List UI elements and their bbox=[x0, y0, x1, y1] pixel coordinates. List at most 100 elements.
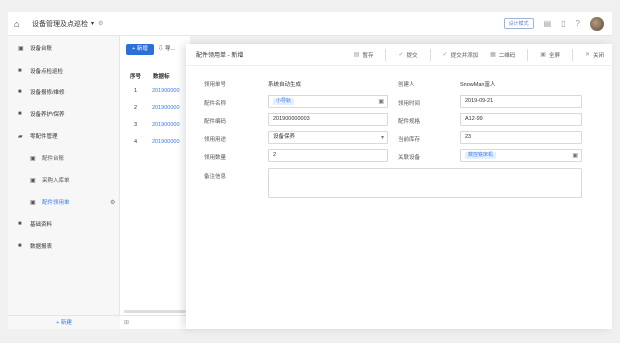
check-icon: ✓ bbox=[398, 52, 404, 58]
folder-icon: ■ bbox=[18, 68, 22, 74]
table-row[interactable]: 1 201900000 bbox=[134, 88, 180, 94]
row-index: 4 bbox=[134, 139, 138, 145]
save-draft-button[interactable]: ▤ 暂存 bbox=[354, 51, 374, 59]
sidebar-item-maintenance[interactable]: ■ 设备养护/保养 bbox=[18, 110, 65, 118]
fullscreen-label: 全屏 bbox=[548, 52, 560, 59]
table-row[interactable]: 2 201900000 bbox=[134, 105, 180, 111]
export-label: 导... bbox=[165, 46, 176, 52]
sidebar-item-label: 配件领用单 bbox=[42, 200, 70, 206]
sidebar-item-basic-data[interactable]: ■ 基础资料 bbox=[18, 220, 52, 228]
submit-add-label: 提交并添加 bbox=[450, 52, 479, 59]
row-index: 2 bbox=[134, 105, 138, 111]
sidebar-item-parts-ledger[interactable]: ▣ 配件台账 bbox=[30, 154, 65, 163]
row-code-link[interactable]: 201900000 bbox=[152, 105, 180, 111]
chevron-down-icon: ▾ bbox=[380, 135, 384, 141]
folder-icon: ■ bbox=[18, 243, 22, 249]
column-header-index: 序号 bbox=[130, 74, 142, 80]
home-icon[interactable]: ⌂ bbox=[14, 19, 28, 29]
sidebar-item-inspection[interactable]: ■ 设备点检巡检 bbox=[18, 67, 63, 75]
sidebar-add-button[interactable]: + 新建 bbox=[8, 315, 120, 329]
row-index: 1 bbox=[134, 88, 138, 94]
save-draft-label: 暂存 bbox=[362, 52, 374, 59]
document-icon[interactable]: ▤ bbox=[544, 19, 552, 28]
folder-icon: ■ bbox=[18, 221, 22, 227]
device-tag[interactable]: 数控铣床机 bbox=[465, 152, 497, 159]
sidebar-item-label: 配件台账 bbox=[42, 156, 65, 162]
sidebar-item-label: 设备台账 bbox=[30, 46, 53, 52]
part-name-field[interactable]: 小导轨 ▣ bbox=[268, 95, 388, 108]
table-header: 序号 数据标 bbox=[130, 72, 170, 80]
creator-label: 创建人 bbox=[398, 82, 415, 88]
date-field[interactable]: 2019-09-21 bbox=[460, 95, 582, 108]
table-row[interactable]: 3 201900000 bbox=[134, 122, 180, 128]
sidebar-item-label: 采购入库单 bbox=[42, 178, 70, 184]
check-icon: ✓ bbox=[442, 52, 448, 58]
new-button[interactable]: + 新增 bbox=[126, 44, 154, 55]
toolbar-divider bbox=[571, 48, 573, 61]
chevron-down-icon[interactable]: ▾ bbox=[91, 20, 94, 27]
purpose-select[interactable]: 设备保养 ▾ bbox=[268, 131, 388, 144]
qrcode-button[interactable]: ▦ 二维码 bbox=[490, 51, 515, 59]
sidebar-item-parts-requisition[interactable]: ▣ 配件领用单 ⚙ bbox=[30, 198, 115, 207]
sidebar-item-label: 数据报表 bbox=[30, 244, 53, 250]
qty-field[interactable]: 2 bbox=[268, 149, 388, 162]
requisition-form-dialog: 配件领用单 - 新增 ▤ 暂存 ✓ 提交 ✓ 提交并添加 ▦ 二维码 ▣ 全屏 … bbox=[186, 44, 612, 329]
app-header: ⌂ 设备管理及点巡检 ▾ ⚙ 设计模式 ▤ ▯ ? bbox=[8, 12, 612, 36]
avatar[interactable] bbox=[590, 16, 604, 31]
fullscreen-button[interactable]: ▣ 全屏 bbox=[540, 51, 560, 59]
qrcode-icon: ▦ bbox=[490, 52, 496, 58]
sidebar-item-purchase-inbound[interactable]: ▣ 采购入库单 bbox=[30, 176, 70, 185]
sidebar-item-reports[interactable]: ■ 数据报表 bbox=[18, 242, 52, 250]
row-code-link[interactable]: 201900000 bbox=[152, 122, 180, 128]
stock-field[interactable]: 23 bbox=[460, 131, 582, 144]
creator-value: SnowMan富人 bbox=[460, 82, 496, 88]
app-title[interactable]: 设备管理及点巡检 bbox=[32, 19, 88, 29]
table-row[interactable]: 4 201900000 bbox=[134, 139, 180, 145]
grid-icon[interactable]: ⊞ bbox=[124, 320, 129, 326]
spec-field[interactable]: A12-99 bbox=[460, 113, 582, 126]
settings-dot-icon[interactable]: ⚙ bbox=[98, 20, 103, 27]
submit-button[interactable]: ✓ 提交 bbox=[398, 51, 417, 59]
stock-label: 当前库存 bbox=[398, 137, 421, 143]
row-code-link[interactable]: 201900000 bbox=[152, 139, 180, 145]
remark-textarea[interactable] bbox=[268, 168, 582, 198]
gear-icon[interactable]: ⚙ bbox=[110, 199, 115, 206]
fullscreen-icon: ▣ bbox=[540, 52, 546, 58]
purpose-label: 领用用途 bbox=[204, 137, 227, 143]
part-name-tag[interactable]: 小导轨 bbox=[273, 98, 295, 105]
save-icon: ▤ bbox=[353, 52, 360, 58]
calendar-picker-icon[interactable]: ▣ bbox=[572, 151, 578, 162]
ledger-icon: ▣ bbox=[18, 45, 24, 52]
sidebar-item-label: 设备点检巡检 bbox=[30, 69, 64, 75]
submit-and-add-button[interactable]: ✓ 提交并添加 bbox=[443, 51, 479, 59]
date-label: 领用时间 bbox=[398, 101, 421, 107]
sidebar-item-device-ledger[interactable]: ▣ 设备台账 bbox=[18, 44, 53, 53]
close-button[interactable]: ✕ 关闭 bbox=[585, 51, 604, 59]
part-code-field[interactable]: 201900000003 bbox=[268, 113, 388, 126]
part-code-label: 配件编码 bbox=[204, 119, 227, 125]
row-code-link[interactable]: 201900000 bbox=[152, 88, 180, 94]
horizontal-scrollbar[interactable] bbox=[124, 310, 186, 313]
device-field[interactable]: 数控铣床机 ▣ bbox=[460, 149, 582, 162]
help-icon[interactable]: ? bbox=[576, 19, 580, 28]
row-index: 3 bbox=[134, 122, 138, 128]
toolbar-divider bbox=[527, 48, 529, 61]
doc-no-label: 领用单号 bbox=[204, 82, 227, 88]
notification-icon[interactable]: ▯ bbox=[561, 19, 565, 28]
doc-no-value: 系统自动生成 bbox=[268, 82, 302, 88]
close-label: 关闭 bbox=[592, 52, 604, 59]
sidebar-item-repair[interactable]: ■ 设备报修/维修 bbox=[18, 88, 65, 96]
ledger-icon: ▣ bbox=[30, 155, 36, 162]
calendar-picker-icon[interactable]: ▣ bbox=[378, 97, 384, 108]
remark-label: 备注信息 bbox=[204, 174, 227, 180]
folder-icon: ■ bbox=[18, 89, 22, 95]
dialog-header: 配件领用单 - 新增 ▤ 暂存 ✓ 提交 ✓ 提交并添加 ▦ 二维码 ▣ 全屏 … bbox=[186, 44, 612, 66]
export-button[interactable]: ⇩ 导... bbox=[158, 44, 175, 52]
folder-icon: ■ bbox=[18, 111, 22, 117]
dialog-toolbar: ▤ 暂存 ✓ 提交 ✓ 提交并添加 ▦ 二维码 ▣ 全屏 ✕ 关闭 bbox=[354, 48, 604, 61]
sidebar-item-parts-management[interactable]: ▰ 零配件管理 bbox=[18, 132, 58, 141]
list-pane: + 新增 ⇩ 导... 序号 数据标 1 201900000 2 2019000… bbox=[120, 36, 190, 329]
design-mode-badge[interactable]: 设计模式 bbox=[503, 18, 534, 29]
sidebar-item-label: 设备报修/维修 bbox=[30, 90, 65, 96]
dialog-title: 配件领用单 - 新增 bbox=[196, 53, 244, 59]
